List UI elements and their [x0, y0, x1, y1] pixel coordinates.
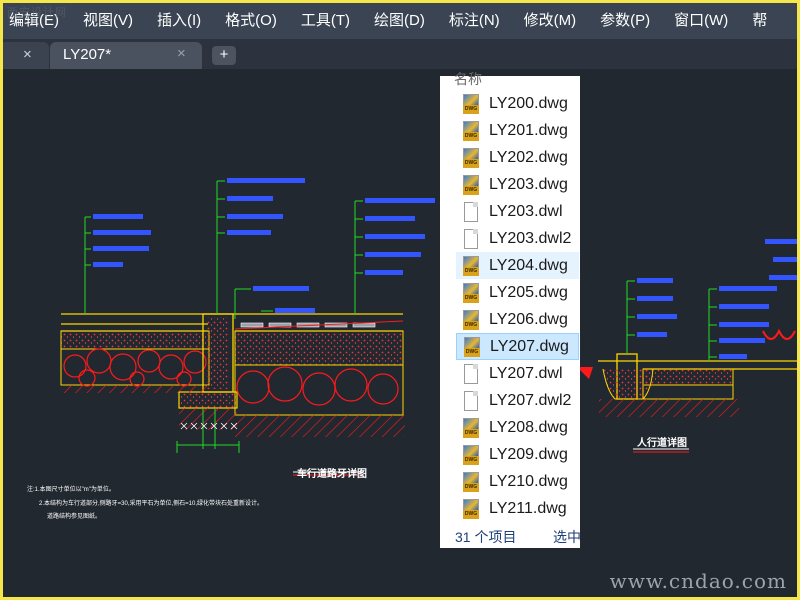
file-list-item[interactable]: DWG LY204.dwg — [456, 252, 579, 279]
menu-insert[interactable]: 插入(I) — [145, 3, 213, 39]
blank-file-icon — [461, 363, 481, 384]
sidewalk-detail — [577, 239, 797, 453]
caption-road-curb: 车行道路牙详图 — [297, 469, 367, 480]
file-name: LY207.dwl — [489, 364, 563, 382]
dwg-badge-label: DWG — [463, 509, 479, 519]
file-list-item[interactable]: LY207.dwl — [456, 360, 579, 387]
cad-application-window: 编辑(E) 视图(V) 插入(I) 格式(O) 工具(T) 绘图(D) 标注(N… — [3, 3, 797, 597]
dwg-file-icon: DWG — [461, 147, 481, 168]
close-icon[interactable]: × — [177, 45, 186, 62]
dwg-badge-label: DWG — [463, 185, 479, 195]
file-list-item[interactable]: DWG LY209.dwg — [456, 441, 579, 468]
site-watermark: www.cndao.com — [609, 569, 787, 593]
menu-modify[interactable]: 修改(M) — [512, 3, 589, 39]
file-list-panel: 名称 DWG LY200.dwg DWG LY201.dwg DWG LY202.dwg D… — [440, 71, 581, 548]
dwg-badge-label: DWG — [463, 158, 479, 168]
dwg-file-icon: DWG — [461, 471, 481, 492]
top-watermark: 西安设计网 — [7, 6, 67, 19]
dwg-badge-label: DWG — [463, 293, 479, 303]
menu-help[interactable]: 帮 — [740, 3, 779, 39]
file-list-item[interactable]: DWG LY206.dwg — [456, 306, 579, 333]
dwg-file-icon: DWG — [462, 336, 482, 357]
file-name: LY207.dwl2 — [489, 391, 572, 409]
file-list-item[interactable]: LY203.dwl — [456, 198, 579, 225]
menu-bar: 编辑(E) 视图(V) 插入(I) 格式(O) 工具(T) 绘图(D) 标注(N… — [3, 3, 797, 39]
tab-previous[interactable]: × — [3, 42, 49, 69]
file-name: LY210.dwg — [489, 472, 568, 490]
file-name: LY200.dwg — [489, 94, 568, 112]
dwg-file-icon: DWG — [461, 174, 481, 195]
menu-draw[interactable]: 绘图(D) — [362, 3, 437, 39]
dwg-badge-label: DWG — [463, 455, 479, 465]
item-count: 31 个项目 — [455, 529, 517, 545]
dwg-file-icon: DWG — [461, 255, 481, 276]
file-list-item[interactable]: DWG LY211.dwg — [456, 495, 579, 522]
dwg-badge-label: DWG — [463, 428, 479, 438]
dwg-badge-label: DWG — [464, 347, 480, 357]
file-name: LY202.dwg — [489, 148, 568, 166]
file-list-item[interactable]: DWG LY207.dwg — [456, 333, 579, 360]
close-icon[interactable]: × — [23, 46, 32, 63]
menu-tools[interactable]: 工具(T) — [289, 3, 362, 39]
file-name: LY205.dwg — [489, 283, 568, 301]
selected-count: 选中 — [553, 529, 581, 545]
dwg-file-icon: DWG — [461, 93, 481, 114]
file-name: LY203.dwg — [489, 175, 568, 193]
file-name: LY207.dwg — [490, 337, 569, 355]
menu-dimension[interactable]: 标注(N) — [437, 3, 512, 39]
column-header-name[interactable]: 名称 — [454, 69, 482, 89]
dwg-file-icon: DWG — [461, 444, 481, 465]
new-tab-button[interactable]: + — [212, 46, 236, 65]
file-list-item[interactable]: DWG LY208.dwg — [456, 414, 579, 441]
dwg-file-icon: DWG — [461, 282, 481, 303]
file-name: LY211.dwg — [489, 499, 567, 517]
file-name: LY208.dwg — [489, 418, 568, 436]
dwg-badge-label: DWG — [463, 266, 479, 276]
dwg-badge-label: DWG — [463, 131, 479, 141]
file-list-item[interactable]: LY203.dwl2 — [456, 225, 579, 252]
file-name: LY201.dwg — [489, 121, 568, 139]
file-list-item[interactable]: DWG LY202.dwg — [456, 144, 579, 171]
file-list-item[interactable]: DWG LY203.dwg — [456, 171, 579, 198]
cad-drawing — [60, 178, 797, 476]
road-curb-detail — [60, 178, 435, 476]
menu-view[interactable]: 视图(V) — [71, 3, 145, 39]
dwg-badge-label: DWG — [463, 482, 479, 492]
menu-parameters[interactable]: 参数(P) — [588, 3, 662, 39]
file-list-item[interactable]: LY207.dwl2 — [456, 387, 579, 414]
tab-active-document[interactable]: LY207* × — [50, 42, 202, 69]
drawing-canvas[interactable]: 车行道路牙详图 人行道详图 注:1.本图尺寸单位以"m"为单位。 2.本结构为车… — [3, 69, 797, 597]
file-list-item[interactable]: DWG LY200.dwg — [456, 90, 579, 117]
blank-file-icon — [461, 390, 481, 411]
file-name: LY206.dwg — [489, 310, 568, 328]
file-name: LY209.dwg — [489, 445, 568, 463]
caption-sidewalk: 人行道详图 — [637, 438, 687, 449]
file-name: LY203.dwl — [489, 202, 563, 220]
document-tab-bar: × LY207* × + — [3, 39, 797, 69]
tab-title: LY207* — [63, 46, 112, 63]
drawing-note-3: 道路结构参见图纸。 — [47, 514, 102, 520]
drawing-note-2: 2.本结构为车行道部分,侧路牙=30,采用平石为单位,侧石=10,绿化带块石处重… — [39, 501, 264, 507]
blank-file-icon — [461, 201, 481, 222]
dwg-badge-label: DWG — [463, 320, 479, 330]
dwg-file-icon: DWG — [461, 120, 481, 141]
blank-file-icon — [461, 228, 481, 249]
file-name: LY203.dwl2 — [489, 229, 572, 247]
file-name: LY204.dwg — [489, 256, 568, 274]
dwg-file-icon: DWG — [461, 309, 481, 330]
file-list-item[interactable]: DWG LY210.dwg — [456, 468, 579, 495]
menu-format[interactable]: 格式(O) — [213, 3, 289, 39]
file-list-item[interactable]: DWG LY201.dwg — [456, 117, 579, 144]
status-bar: 31 个项目 选中 — [455, 527, 581, 547]
menu-window[interactable]: 窗口(W) — [662, 3, 740, 39]
dwg-file-icon: DWG — [461, 417, 481, 438]
dwg-badge-label: DWG — [463, 104, 479, 114]
drawing-note-1: 注:1.本图尺寸单位以"m"为单位。 — [27, 487, 115, 493]
dwg-file-icon: DWG — [461, 498, 481, 519]
file-list-item[interactable]: DWG LY205.dwg — [456, 279, 579, 306]
